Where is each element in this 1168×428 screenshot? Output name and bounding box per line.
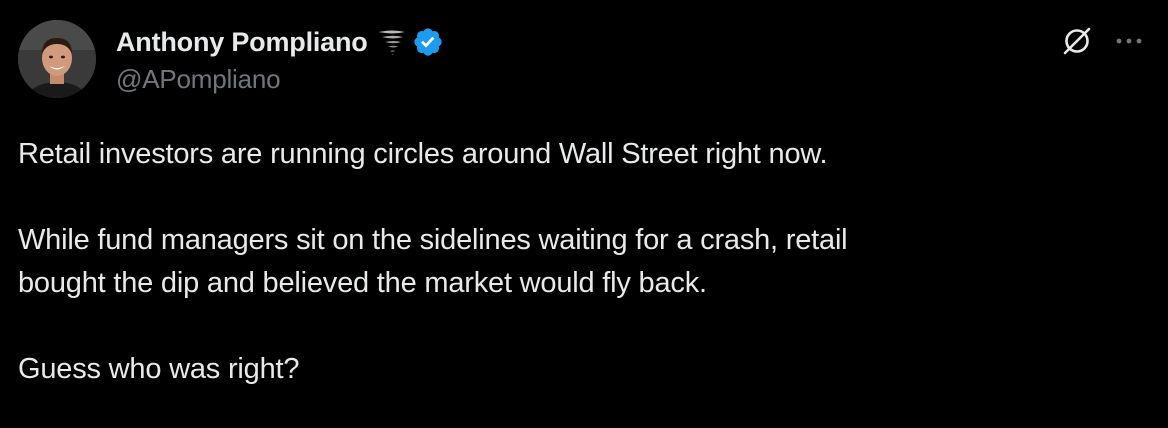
name-row: Anthony Pompliano bbox=[116, 24, 444, 60]
author-handle[interactable]: @APompliano bbox=[116, 64, 444, 95]
tornado-icon bbox=[376, 26, 408, 58]
tweet-paragraph-line: While fund managers sit on the sidelines… bbox=[18, 224, 848, 256]
avatar[interactable] bbox=[18, 20, 96, 98]
tweet-paragraph: Retail investors are running circles aro… bbox=[18, 138, 828, 170]
tweet-text: Retail investors are running circles aro… bbox=[18, 133, 1148, 391]
tweet-card: Anthony Pompliano @APompliano Retail inv… bbox=[0, 0, 1168, 428]
verified-badge-icon[interactable] bbox=[412, 26, 444, 58]
tweet-paragraph-line: bought the dip and believed the market w… bbox=[18, 267, 707, 299]
more-dots-icon[interactable] bbox=[1112, 30, 1146, 52]
author-block: Anthony Pompliano @APompliano bbox=[116, 24, 444, 95]
author-display-name[interactable]: Anthony Pompliano bbox=[116, 27, 368, 58]
tweet-paragraph: Guess who was right? bbox=[18, 353, 300, 385]
avatar-image bbox=[18, 20, 96, 98]
grok-icon[interactable] bbox=[1060, 24, 1094, 58]
